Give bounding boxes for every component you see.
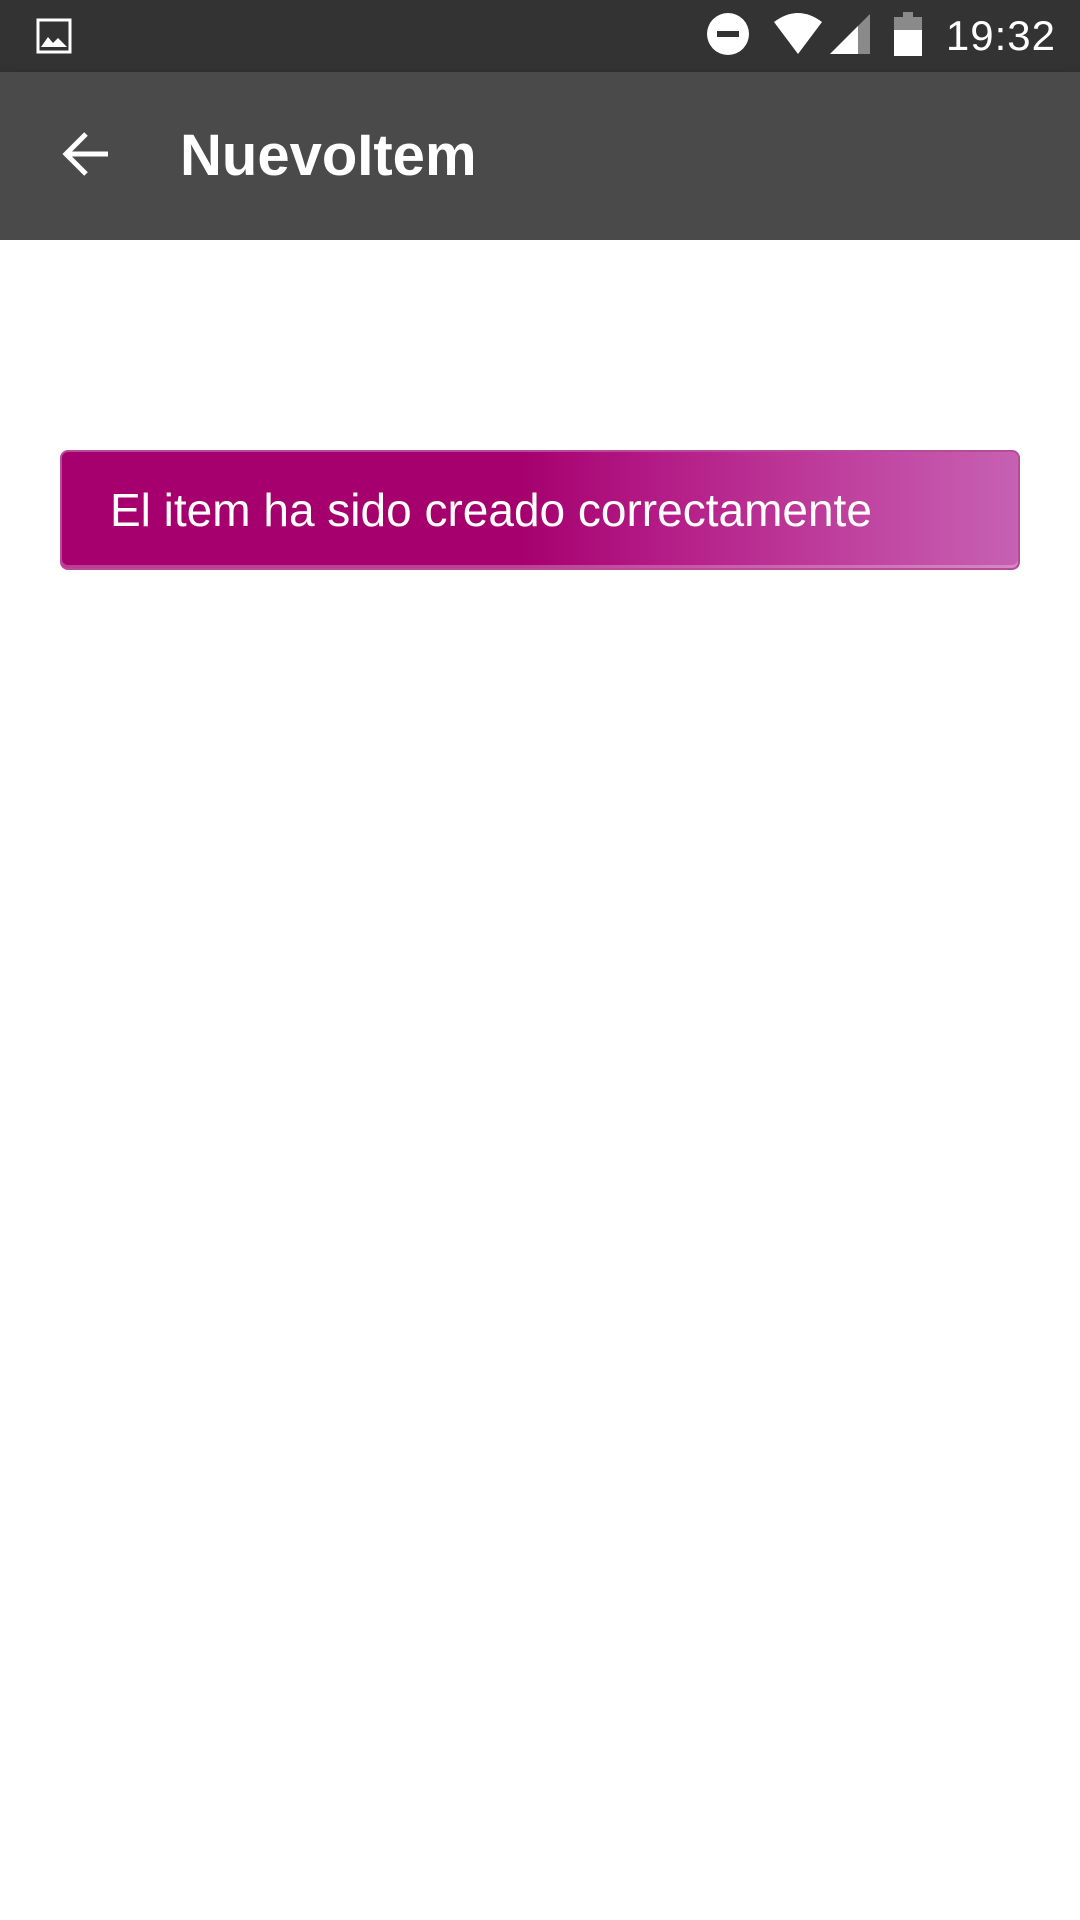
arrow-back-icon — [60, 128, 112, 185]
image-notification-icon — [36, 18, 72, 54]
success-message-text: El item ha sido creado correctamente — [110, 484, 872, 536]
page-title: NuevoItem — [180, 123, 477, 188]
cell-signal-icon — [828, 12, 872, 61]
wifi-icon — [772, 12, 824, 61]
status-icons: 19:32 — [684, 0, 1056, 72]
battery-icon — [893, 11, 922, 61]
success-message-banner: El item ha sido creado correctamente — [60, 450, 1020, 570]
status-time: 19:32 — [945, 12, 1056, 59]
back-button[interactable] — [42, 112, 130, 200]
do-not-disturb-icon — [706, 12, 750, 61]
main-content: El item ha sido creado correctamente — [0, 240, 1080, 1920]
app-bar: NuevoItem — [0, 72, 1080, 240]
status-bar: 19:32 — [0, 0, 1080, 72]
